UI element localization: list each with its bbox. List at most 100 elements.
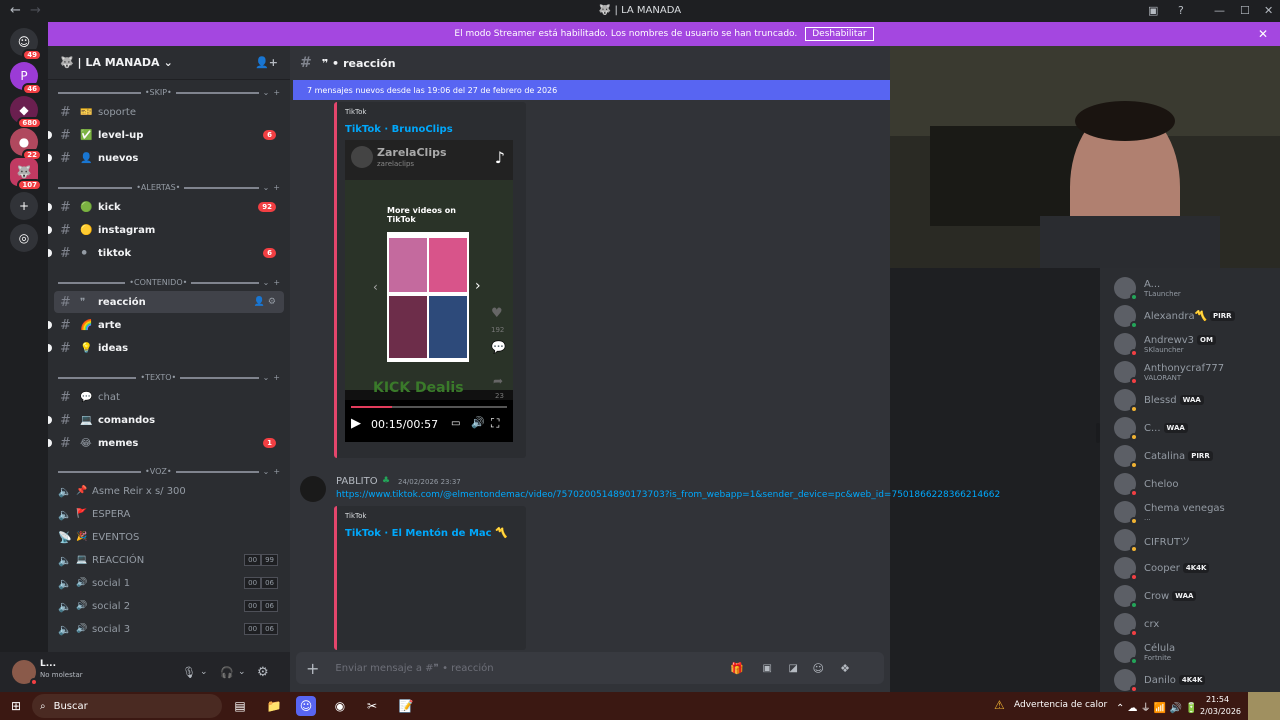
- user-settings-icon[interactable]: ⚙: [257, 665, 269, 680]
- username[interactable]: L...: [40, 659, 56, 669]
- member-item[interactable]: crx: [1114, 610, 1280, 638]
- member-item[interactable]: Andrewv3 OM SKlauncher: [1114, 330, 1280, 358]
- member-item[interactable]: A... TLauncher: [1114, 274, 1280, 302]
- member-item[interactable]: Chema venegas...: [1114, 498, 1280, 526]
- add-attachment-icon[interactable]: +: [306, 659, 319, 678]
- close-icon[interactable]: ✕: [1258, 27, 1268, 41]
- discover-icon[interactable]: ◎: [10, 224, 38, 252]
- task-view-icon[interactable]: ▤: [230, 696, 250, 716]
- chevron-left-icon[interactable]: ‹: [373, 280, 378, 294]
- member-item[interactable]: Crow WAA: [1114, 582, 1280, 610]
- add-channel-icon[interactable]: +: [273, 467, 280, 476]
- server-icon[interactable]: P 46: [10, 62, 42, 95]
- server-icon-active[interactable]: 🐺 107: [10, 158, 42, 191]
- add-channel-icon[interactable]: +: [273, 183, 280, 192]
- chevron-down-icon[interactable]: ⌄: [238, 667, 246, 677]
- voice-channel[interactable]: 🔈 💻 REACCIÓN 00 99: [58, 549, 278, 571]
- add-channel-icon[interactable]: +: [273, 88, 280, 97]
- file-explorer-icon[interactable]: 📁: [264, 696, 284, 716]
- embed-title-link[interactable]: TikTok · BrunoClips: [345, 124, 453, 135]
- channel-comandos[interactable]: # 💻 comandos: [48, 409, 290, 431]
- sticker-icon[interactable]: ◪: [789, 663, 798, 674]
- discord-home-icon[interactable]: ☺ 49: [10, 28, 42, 61]
- apps-icon[interactable]: ❖: [840, 662, 850, 675]
- obs-icon[interactable]: ◉: [330, 696, 350, 716]
- settings-icon[interactable]: 👤 ⚙: [254, 297, 276, 307]
- captions-icon[interactable]: ▭: [451, 418, 460, 429]
- video-player[interactable]: ZarelaClips zarelaclips ♪ More videos on…: [345, 140, 513, 442]
- channel-memes[interactable]: # 😂 memes 1: [48, 432, 290, 454]
- channel-soporte[interactable]: # 🎫 soporte: [48, 101, 290, 123]
- play-icon[interactable]: ▶: [351, 416, 361, 431]
- capcut-icon[interactable]: ✂: [362, 696, 382, 716]
- channel-instagram[interactable]: # 🟡 instagram: [48, 219, 290, 241]
- discord-app-icon[interactable]: ☺: [296, 696, 316, 716]
- notification-avatar[interactable]: [1248, 692, 1280, 720]
- member-item[interactable]: Célula Fortnite: [1114, 638, 1280, 666]
- fullscreen-icon[interactable]: ⛶: [491, 416, 499, 431]
- channel-ideas[interactable]: # 💡 ideas: [48, 337, 290, 359]
- message-composer[interactable]: + Enviar mensaje a #❞ • reacción 🎁 ▣ ◪ ☺…: [296, 652, 884, 684]
- voice-channel[interactable]: 🔈 📌 Asme Reir x s/ 300: [58, 480, 278, 502]
- system-tray-icons[interactable]: ⌃ ☁ ⏚ 📶 🔊 🔋: [1116, 699, 1198, 714]
- windows-start-icon[interactable]: ⊞: [6, 696, 26, 716]
- emoji-icon[interactable]: ☺: [813, 662, 824, 675]
- member-item[interactable]: Catalina PIRR: [1114, 442, 1280, 470]
- chevron-right-icon[interactable]: ›: [475, 278, 481, 294]
- inbox-icon[interactable]: ▣: [1148, 4, 1158, 17]
- notepad-icon[interactable]: 📝: [396, 696, 416, 716]
- voice-channel[interactable]: 🔈 🔊 social 3 00 06: [58, 618, 278, 640]
- maximize-icon[interactable]: ☐: [1240, 4, 1250, 17]
- category-skip[interactable]: •SKIP• ⌄ +: [58, 88, 280, 97]
- add-channel-icon[interactable]: +: [273, 278, 280, 287]
- member-item[interactable]: Anthonycraf777 VALORANT: [1114, 358, 1280, 386]
- embed-title-link[interactable]: TikTok · El Mentón de Mac 〽️: [345, 528, 508, 539]
- gift-icon[interactable]: 🎁: [730, 662, 744, 675]
- clock-time[interactable]: 21:54: [1206, 695, 1229, 704]
- channel-level-up[interactable]: # ✅ level-up 6: [48, 124, 290, 146]
- channel-reaccion[interactable]: # ❞ reacción 👤 ⚙: [54, 291, 284, 313]
- member-item[interactable]: Cooper 4K4K: [1114, 554, 1280, 582]
- voice-channel[interactable]: 🔈 🚩 ESPERA: [58, 503, 278, 525]
- headphones-icon[interactable]: 🎧: [220, 666, 234, 679]
- avatar[interactable]: [12, 660, 38, 686]
- gif-icon[interactable]: ▣: [763, 663, 772, 674]
- member-item[interactable]: Alexandra〽️ PIRR: [1114, 302, 1280, 330]
- progress-track[interactable]: [351, 406, 507, 408]
- channel-chat[interactable]: # 💬 chat: [48, 386, 290, 408]
- member-item[interactable]: Blessd WAA: [1114, 386, 1280, 414]
- server-header[interactable]: 🐺 | LA MANADA ⌄ 👤+: [48, 46, 290, 80]
- add-channel-icon[interactable]: +: [273, 373, 280, 382]
- category-texto[interactable]: •TEXTO• ⌄ +: [58, 373, 280, 382]
- weather-alert[interactable]: Advertencia de calor: [1014, 700, 1107, 710]
- minimize-icon[interactable]: —: [1214, 4, 1225, 17]
- channel-tiktok[interactable]: # ⚫ tiktok 6: [48, 242, 290, 264]
- server-icon[interactable]: ◆ 680: [10, 96, 42, 129]
- clock-date[interactable]: 2/03/2026: [1200, 707, 1241, 716]
- stage-channel[interactable]: 📡 🎉 EVENTOS: [58, 526, 278, 548]
- server-icon[interactable]: ● 22: [10, 128, 42, 161]
- close-window-icon[interactable]: ✕: [1264, 4, 1273, 17]
- member-item[interactable]: Cheloo: [1114, 470, 1280, 498]
- member-item[interactable]: Danilo 4K4K: [1114, 666, 1280, 692]
- channel-kick[interactable]: # 🟢 kick 92: [48, 196, 290, 218]
- chevron-down-icon[interactable]: ⌄: [200, 667, 208, 677]
- category-voz[interactable]: •VOZ• ⌄ +: [58, 467, 280, 476]
- voice-channel[interactable]: 🔈 🔊 social 1 00 06: [58, 572, 278, 594]
- taskbar-search[interactable]: ⌕ Buscar: [32, 694, 222, 718]
- category-contenido[interactable]: •CONTENIDO• ⌄ +: [58, 278, 280, 287]
- channel-nuevos[interactable]: # 👤 nuevos: [48, 147, 290, 169]
- video-thumbnails[interactable]: [387, 232, 469, 362]
- message-link[interactable]: https://www.tiktok.com/@elmentondemac/vi…: [336, 490, 1000, 500]
- voice-channel[interactable]: 🔈 🔊 social 2 00 06: [58, 595, 278, 617]
- invite-icon[interactable]: 👤+: [255, 56, 278, 69]
- help-icon[interactable]: ?: [1178, 4, 1184, 17]
- new-messages-bar[interactable]: 7 mensajes nuevos desde las 19:06 del 27…: [293, 80, 890, 100]
- message-author[interactable]: PABLITO: [336, 476, 378, 487]
- avatar[interactable]: [300, 476, 326, 502]
- channel-arte[interactable]: # 🌈 arte: [48, 314, 290, 336]
- microphone-icon[interactable]: 🎙: [182, 666, 196, 679]
- scrollbar[interactable]: [1096, 423, 1100, 443]
- disable-streamer-button[interactable]: Deshabilitar: [805, 27, 874, 41]
- volume-icon[interactable]: 🔊: [471, 416, 485, 429]
